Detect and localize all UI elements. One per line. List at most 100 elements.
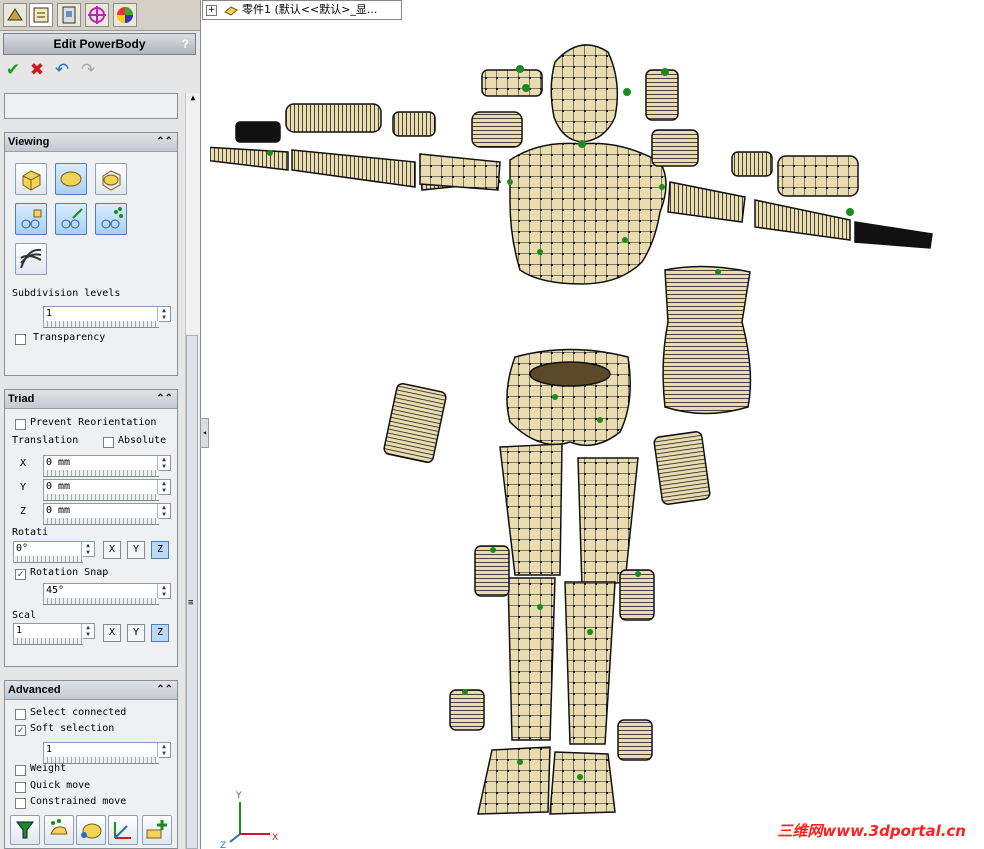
smooth-display-button[interactable] (55, 163, 87, 195)
spin-arrows-icon[interactable]: ▲ ▼ (157, 456, 170, 470)
soft-selection-input[interactable]: 1 ▲ ▼ (43, 742, 171, 758)
left-calf-mesh[interactable] (507, 577, 556, 741)
spin-arrows-icon[interactable]: ▲ ▼ (157, 743, 170, 757)
left-foot-mesh[interactable] (477, 746, 551, 815)
prevent-reorientation-checkbox[interactable] (15, 419, 26, 430)
floating-cylinder-5[interactable] (645, 69, 679, 121)
floating-cylinder-4[interactable] (481, 69, 543, 97)
constrained-move-checkbox[interactable] (15, 798, 26, 809)
cancel-x-icon[interactable]: ✖ (27, 60, 47, 80)
right-upper-arm-mesh[interactable] (667, 181, 746, 223)
scale-slider[interactable] (13, 638, 83, 645)
redo-icon[interactable]: ↷ (78, 60, 98, 80)
floating-cylinder-15[interactable] (617, 719, 653, 761)
floating-cylinder-8[interactable] (777, 155, 859, 197)
shrink-selection-button[interactable] (76, 815, 106, 845)
graphics-viewport[interactable]: Y X Z (210, 22, 984, 849)
rotate-x-button[interactable]: X (103, 541, 121, 559)
feature-tree-flyout[interactable]: + 零件1 (默认<<默认>_显... (202, 0, 402, 20)
soft-selection-checkbox[interactable]: ✓ (15, 725, 26, 736)
floating-cylinder-12[interactable] (474, 545, 510, 597)
floating-cylinder-6[interactable] (651, 129, 699, 167)
help-icon[interactable]: ? (182, 34, 189, 54)
face-select-button[interactable] (95, 203, 127, 235)
floating-cylinder-2[interactable] (392, 111, 436, 137)
floating-cylinder-1[interactable] (285, 103, 382, 133)
collapse-icon[interactable]: ⌃⌃ (156, 390, 173, 408)
right-calf-mesh[interactable] (564, 581, 616, 745)
spin-arrows-icon[interactable]: ▲ ▼ (81, 542, 94, 556)
floating-cylinder-7[interactable] (731, 151, 773, 177)
subdivision-slider[interactable] (43, 321, 159, 328)
mannequin-model[interactable] (210, 44, 933, 815)
rotate-y-button[interactable]: Y (127, 541, 145, 559)
advanced-header[interactable]: Advanced ⌃⌃ (5, 681, 177, 700)
zebra-stripes-button[interactable] (15, 243, 47, 275)
waist-band-mesh[interactable] (662, 265, 752, 415)
transparency-checkbox[interactable] (15, 334, 26, 345)
dimxpert-tab[interactable] (85, 3, 109, 27)
torso-mesh[interactable] (509, 142, 667, 285)
spin-arrows-icon[interactable]: ▲ ▼ (157, 584, 170, 598)
filter-select-button[interactable] (10, 815, 40, 845)
rotate-z-button[interactable]: Z (151, 541, 169, 559)
rotation-snap-slider[interactable] (43, 598, 159, 605)
floating-cylinder-14[interactable] (449, 689, 485, 731)
collapse-icon[interactable]: ⌃⌃ (156, 681, 173, 699)
triad-header[interactable]: Triad ⌃⌃ (5, 390, 177, 409)
z-slider[interactable] (43, 518, 159, 525)
head-mesh[interactable] (550, 44, 619, 143)
scrollbar-thumb[interactable]: ≡ (186, 335, 198, 849)
x-translation-input[interactable]: 0 mm ▲ ▼ (43, 455, 171, 471)
right-hand-mesh[interactable] (854, 221, 933, 249)
floating-cylinder-13[interactable] (619, 569, 655, 621)
subdivision-input[interactable]: 1 ▲ ▼ (43, 306, 171, 322)
spin-arrows-icon[interactable]: ▲ ▼ (157, 504, 170, 518)
add-element-button[interactable] (142, 815, 172, 845)
scale-x-button[interactable]: X (103, 624, 121, 642)
collapse-icon[interactable]: ⌃⌃ (156, 133, 173, 151)
rotation-slider[interactable] (13, 556, 83, 563)
scale-y-button[interactable]: Y (127, 624, 145, 642)
floating-cylinder-11[interactable] (653, 431, 711, 505)
edge-select-button[interactable] (55, 203, 87, 235)
quick-move-checkbox[interactable] (15, 782, 26, 793)
floating-cylinder-10[interactable] (383, 382, 447, 464)
left-hand-mesh[interactable] (210, 146, 289, 171)
rotation-snap-input[interactable]: 45° ▲ ▼ (43, 583, 171, 599)
move-selection-button[interactable] (108, 815, 138, 845)
grow-selection-button[interactable] (44, 815, 74, 845)
panel-splitter[interactable]: ◂ (200, 418, 209, 448)
absolute-checkbox[interactable] (103, 437, 114, 448)
scale-input[interactable]: 1 ▲ ▼ (13, 623, 95, 639)
box-display-button[interactable] (15, 163, 47, 195)
z-translation-input[interactable]: 0 mm ▲ ▼ (43, 503, 171, 519)
rotation-input[interactable]: 0° ▲ ▼ (13, 541, 95, 557)
undo-icon[interactable]: ↶ (52, 60, 72, 80)
spin-arrows-icon[interactable]: ▲ ▼ (81, 624, 94, 638)
rotation-snap-checkbox[interactable]: ✓ (15, 569, 26, 580)
weight-checkbox[interactable] (15, 765, 26, 776)
right-foot-mesh[interactable] (549, 751, 616, 815)
right-forearm-mesh[interactable] (754, 199, 851, 241)
vertex-select-button[interactable] (15, 203, 47, 235)
viewing-header[interactable]: Viewing ⌃⌃ (5, 133, 177, 152)
y-slider[interactable] (43, 494, 159, 501)
expand-plus-icon[interactable]: + (206, 4, 217, 16)
ok-check-icon[interactable]: ✔ (3, 60, 23, 80)
spin-arrows-icon[interactable]: ▲ ▼ (157, 480, 170, 494)
left-forearm-mesh[interactable] (291, 149, 416, 188)
select-connected-checkbox[interactable] (15, 709, 26, 720)
scroll-up-icon[interactable]: ▲ (186, 93, 200, 102)
feature-manager-tab[interactable] (3, 3, 27, 27)
both-display-button[interactable] (95, 163, 127, 195)
left-shoulder-mesh[interactable] (419, 153, 501, 191)
property-manager-tab[interactable] (29, 3, 53, 27)
configuration-manager-tab[interactable] (57, 3, 81, 27)
floating-cylinder-3[interactable] (471, 111, 523, 148)
display-manager-tab[interactable] (113, 3, 137, 27)
spin-arrows-icon[interactable]: ▲ ▼ (157, 307, 170, 321)
right-thigh-mesh[interactable] (577, 457, 639, 588)
scale-z-button[interactable]: Z (151, 624, 169, 642)
y-translation-input[interactable]: 0 mm ▲ ▼ (43, 479, 171, 495)
